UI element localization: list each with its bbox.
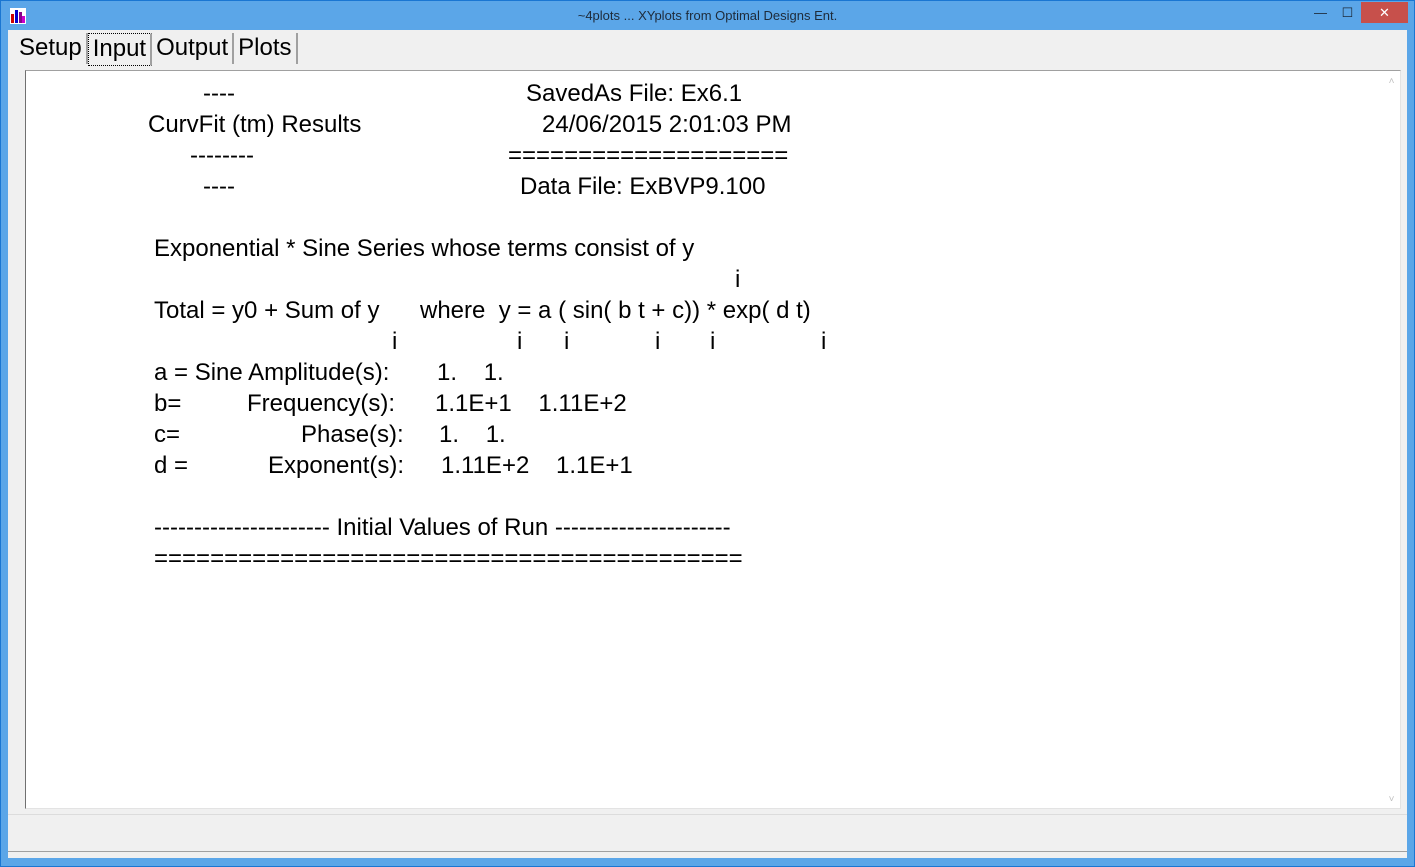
- d-name: Exponent(s):: [268, 452, 405, 479]
- dash-line-3: ----: [203, 173, 235, 200]
- client-area: Setup Input Output Plots ---- SavedAs Fi…: [8, 30, 1407, 858]
- b-values: 1.1E+1 1.11E+2: [435, 390, 627, 417]
- close-icon: ✕: [1379, 4, 1390, 20]
- data-file: Data File: ExBVP9.100: [520, 173, 766, 200]
- minimize-icon: —: [1314, 5, 1327, 20]
- b-name: Frequency(s):: [247, 390, 396, 417]
- a-values: 1. 1.: [437, 359, 504, 386]
- d-values: 1.11E+2 1.1E+1: [441, 452, 633, 479]
- timestamp: 24/06/2015 2:01:03 PM: [542, 111, 792, 138]
- dash-line-2: --------: [190, 142, 254, 169]
- d-label: d =: [154, 452, 189, 479]
- maximize-icon: ☐: [1341, 4, 1354, 20]
- saved-as-file: SavedAs File: Ex6.1: [526, 80, 743, 107]
- scroll-down-icon[interactable]: ˅: [1383, 791, 1400, 808]
- total-equation-left: Total = y0 + Sum of y: [154, 297, 380, 324]
- series-description: Exponential * Sine Series whose terms co…: [154, 235, 695, 262]
- title-bar[interactable]: ~4plots ... XYplots from Optimal Designs…: [1, 1, 1414, 30]
- window-title: ~4plots ... XYplots from Optimal Designs…: [577, 8, 838, 23]
- results-title: CurvFit (tm) Results: [148, 111, 362, 138]
- minimize-button[interactable]: —: [1307, 2, 1334, 23]
- tab-output[interactable]: Output: [152, 33, 235, 64]
- close-button[interactable]: ✕: [1361, 2, 1408, 23]
- subscript-i: i: [821, 328, 827, 355]
- equals-line: ====================: [508, 142, 789, 169]
- status-bar: [8, 814, 1407, 852]
- maximize-button[interactable]: ☐: [1334, 2, 1361, 23]
- scroll-up-icon[interactable]: ˄: [1383, 73, 1400, 90]
- subscript-i: i: [564, 328, 570, 355]
- subscript-i: i: [517, 328, 523, 355]
- tab-input[interactable]: Input: [87, 33, 153, 66]
- a-label: a = Sine Amplitude(s):: [154, 359, 390, 386]
- initial-values-header: ---------------------- Initial Values of…: [154, 514, 731, 541]
- c-label: c=: [154, 421, 181, 448]
- tab-plots[interactable]: Plots: [234, 33, 298, 64]
- tab-strip: Setup Input Output Plots: [15, 33, 298, 66]
- dash-line-1: ----: [203, 80, 235, 107]
- c-name: Phase(s):: [301, 421, 404, 448]
- subscript-i: i: [392, 328, 398, 355]
- vertical-scrollbar[interactable]: ˄ ˅: [1383, 71, 1400, 808]
- output-text-pane[interactable]: ---- SavedAs File: Ex6.1 CurvFit (tm) Re…: [25, 70, 1401, 809]
- subscript-i: i: [710, 328, 716, 355]
- subscript-i: i: [655, 328, 661, 355]
- final-equals-line: ========================================…: [154, 545, 743, 572]
- total-equation-right: where y = a ( sin( b t + c)) * exp( d t): [420, 297, 811, 324]
- subscript-i: i: [735, 266, 741, 293]
- b-label: b=: [154, 390, 182, 417]
- tab-setup[interactable]: Setup: [15, 33, 88, 64]
- c-values: 1. 1.: [439, 421, 506, 448]
